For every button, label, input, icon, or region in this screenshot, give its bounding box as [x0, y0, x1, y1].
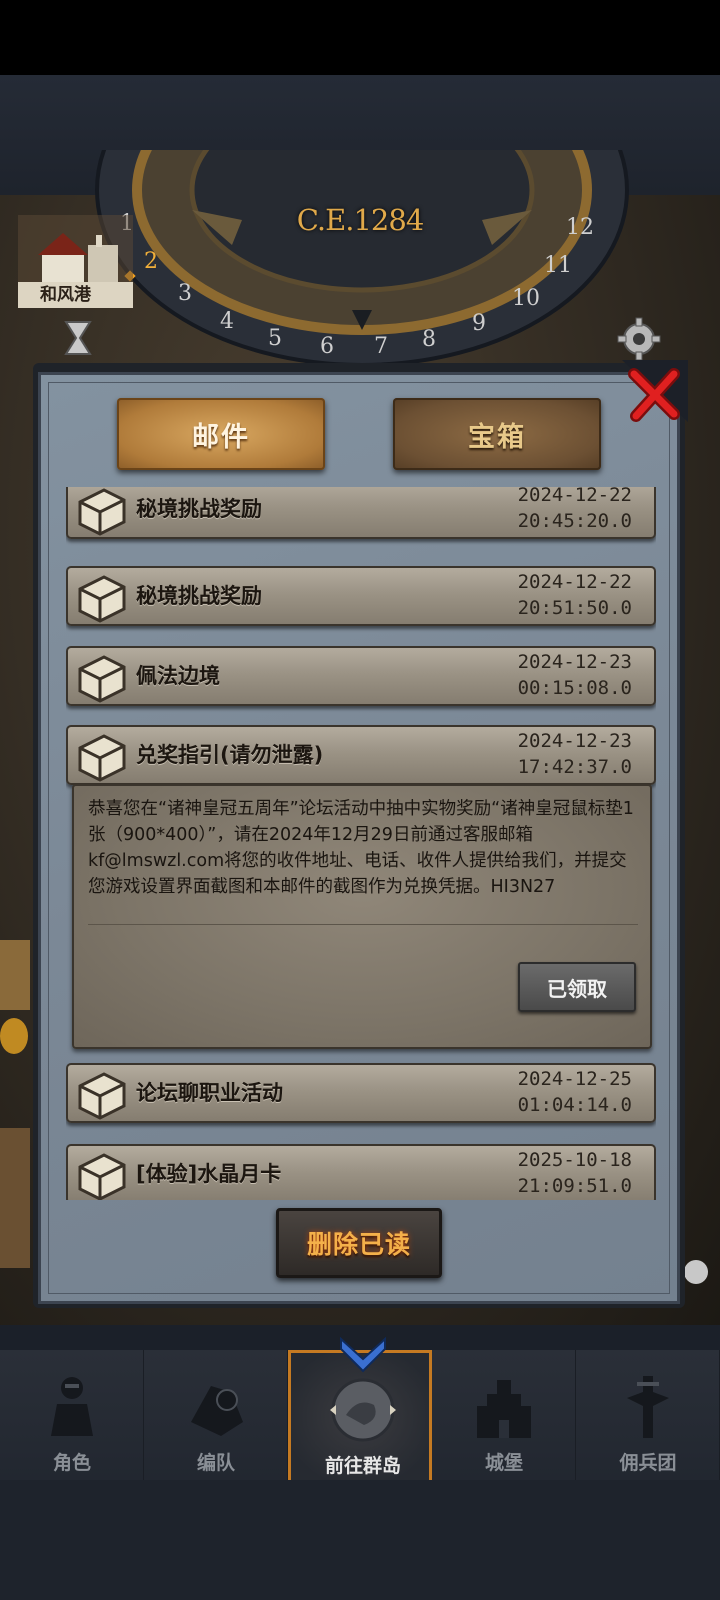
mail-timestamp: 2025-10-18 21:09:51.0 — [517, 1149, 632, 1197]
castle-icon — [477, 1380, 531, 1438]
chest-icon — [78, 734, 126, 782]
mail-title: 秘境挑战奖励 — [136, 584, 262, 608]
mail-item[interactable]: 秘境挑战奖励 2024-12-22 20:51:50.0 — [66, 566, 656, 626]
mail-timestamp: 2024-12-23 00:15:08.0 — [517, 651, 632, 699]
svg-text:3: 3 — [178, 281, 192, 306]
chest-icon — [78, 1072, 126, 1120]
bottom-nav: 角色 编队 前往群岛 城堡 佣兵团 — [0, 1336, 720, 1480]
side-search-icon[interactable] — [0, 1128, 30, 1268]
mail-timestamp: 2024-12-25 01:04:14.0 — [517, 1068, 632, 1116]
mail-timestamp: 2024-12-22 20:45:20.0 — [517, 487, 632, 532]
svg-text:5: 5 — [268, 326, 282, 351]
side-target-icon[interactable] — [0, 1018, 28, 1054]
mail-title: 秘境挑战奖励 — [136, 497, 262, 521]
islands-icon — [330, 1378, 396, 1442]
tab-mail[interactable]: 邮件 — [117, 398, 325, 470]
bottom-system-area — [0, 1480, 720, 1600]
formation-icon — [191, 1386, 243, 1436]
svg-text:9: 9 — [472, 311, 486, 336]
nav-item-mercenary[interactable]: 佣兵团 — [576, 1350, 720, 1480]
mail-item-opened[interactable]: 兑奖指引(请勿泄露) 2024-12-23 17:42:37.0 — [66, 725, 656, 785]
nav-item-islands[interactable]: 前往群岛 — [288, 1336, 432, 1480]
mail-title: 论坛聊职业活动 — [136, 1081, 283, 1105]
close-button[interactable] — [612, 360, 688, 430]
svg-text:11: 11 — [544, 253, 572, 278]
mail-timestamp: 2024-12-22 20:51:50.0 — [517, 571, 632, 619]
claimed-button[interactable]: 已领取 — [518, 962, 636, 1012]
location-label: 和风港 — [18, 282, 133, 308]
status-bar-area — [0, 0, 720, 75]
chest-icon — [78, 488, 126, 536]
mail-item[interactable]: 论坛聊职业活动 2024-12-25 01:04:14.0 — [66, 1063, 656, 1123]
mail-item[interactable]: 佩法边境 2024-12-23 00:15:08.0 — [66, 646, 656, 706]
mail-title: 兑奖指引(请勿泄露) — [136, 743, 324, 767]
nav-item-character[interactable]: 角色 — [0, 1350, 144, 1480]
mail-title: [体验]水晶月卡 — [136, 1162, 282, 1186]
mail-body-divider — [88, 924, 638, 925]
delete-read-button[interactable]: 删除已读 — [276, 1208, 442, 1278]
nav-item-castle[interactable]: 城堡 — [432, 1350, 576, 1480]
knight-icon — [51, 1377, 93, 1436]
side-collapse-icon[interactable] — [684, 1260, 708, 1284]
chevron-down-icon — [340, 1336, 386, 1373]
mail-item[interactable]: [体验]水晶月卡 2025-10-18 21:09:51.0 — [66, 1144, 656, 1200]
mail-title: 佩法边境 — [136, 664, 220, 688]
svg-text:8: 8 — [422, 327, 436, 352]
svg-text:6: 6 — [320, 334, 334, 359]
tab-chest[interactable]: 宝箱 — [393, 398, 601, 470]
mail-body-text: 恭喜您在“诸神皇冠五周年”论坛活动中抽中实物奖励“诸神皇冠鼠标垫1张（900*4… — [88, 799, 634, 897]
chest-icon — [78, 1153, 126, 1200]
hourglass-icon[interactable] — [58, 318, 98, 358]
chest-icon — [78, 655, 126, 703]
side-quest-icon[interactable] — [0, 940, 30, 1010]
gear-icon[interactable] — [616, 316, 662, 362]
chest-icon — [78, 575, 126, 623]
svg-text:2: 2 — [144, 249, 158, 274]
mail-body: 恭喜您在“诸神皇冠五周年”论坛活动中抽中实物奖励“诸神皇冠鼠标垫1张（900*4… — [72, 784, 652, 1049]
svg-text:10: 10 — [512, 286, 540, 311]
nav-item-formation[interactable]: 编队 — [144, 1350, 288, 1480]
mail-timestamp: 2024-12-23 17:42:37.0 — [517, 730, 632, 778]
mail-item[interactable]: 秘境挑战奖励 2024-12-22 20:45:20.0 — [66, 487, 656, 539]
svg-text:4: 4 — [220, 309, 234, 334]
mercenary-icon — [627, 1376, 669, 1438]
svg-text:7: 7 — [374, 334, 388, 359]
